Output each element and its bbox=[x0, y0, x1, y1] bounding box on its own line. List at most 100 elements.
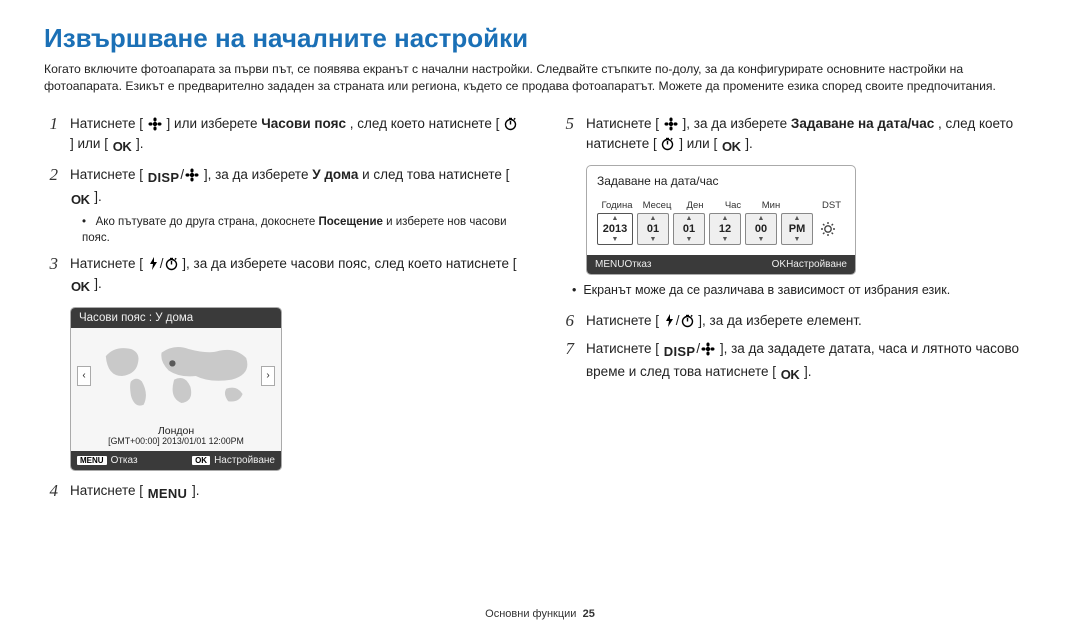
text: Настройване bbox=[214, 455, 275, 466]
dt-label-day: Ден bbox=[679, 200, 711, 211]
dt-ampm-cell[interactable]: ▲PM▼ bbox=[781, 213, 813, 245]
map-area: ‹ › bbox=[71, 328, 281, 424]
text: Натиснете [ bbox=[586, 313, 659, 328]
dt-label-dst: DST bbox=[793, 200, 845, 211]
step-number: 2 bbox=[44, 165, 58, 246]
bold-text: Посещение bbox=[318, 216, 382, 228]
text: Отказ bbox=[111, 455, 138, 466]
dt-year: 2013 bbox=[603, 222, 627, 236]
ok-icon: OK bbox=[781, 365, 800, 385]
step-body: Натиснете [ / ], за да изберете часови п… bbox=[70, 254, 520, 297]
map-right-arrow[interactable]: › bbox=[261, 366, 275, 386]
step-number: 3 bbox=[44, 254, 58, 297]
text: ], за да изберете bbox=[683, 116, 791, 131]
text: Натиснете [ bbox=[586, 341, 659, 356]
step-7: 7 Натиснете [ DISP/ ], за да зададете да… bbox=[560, 339, 1036, 384]
step-number: 5 bbox=[560, 114, 574, 157]
dt-month: 01 bbox=[647, 222, 659, 236]
flower-icon bbox=[663, 117, 679, 131]
menu-icon: MENU bbox=[148, 484, 187, 504]
flower-icon bbox=[147, 117, 163, 131]
step-subnote: Ако пътувате до друга страна, докоснете … bbox=[82, 214, 520, 246]
step-number: 6 bbox=[560, 311, 574, 331]
datetime-card: Задаване на дата/час Година Месец Ден Ча… bbox=[586, 165, 856, 275]
text: Натиснете [ bbox=[70, 483, 143, 498]
step-number: 1 bbox=[44, 114, 58, 157]
map-cancel[interactable]: MENUОтказ bbox=[77, 455, 138, 466]
step-5: 5 Натиснете [ ], за да изберете Задаване… bbox=[560, 114, 1036, 157]
dt-min: 00 bbox=[755, 222, 767, 236]
ok-icon: OK bbox=[71, 277, 90, 297]
text: ]. bbox=[136, 136, 144, 151]
bold-text: У дома bbox=[312, 167, 358, 182]
page-title: Извършване на началните настройки bbox=[44, 24, 1036, 53]
text: ]. bbox=[804, 364, 812, 379]
dt-label-hour: Час bbox=[717, 200, 749, 211]
ok-chip: OK bbox=[772, 259, 786, 270]
step-body: Натиснете [ ] или изберете Часови пояс ,… bbox=[70, 114, 520, 157]
text: ]. bbox=[745, 136, 753, 151]
text: и след това натиснете [ bbox=[362, 167, 509, 182]
step-body: Натиснете [ MENU ]. bbox=[70, 481, 520, 504]
footer-page: 25 bbox=[583, 608, 595, 620]
dt-day-cell[interactable]: ▲01▼ bbox=[673, 213, 705, 245]
ok-icon: OK bbox=[71, 190, 90, 210]
text: Натиснете [ bbox=[70, 116, 143, 131]
text: Ако пътувате до друга страна, докоснете bbox=[96, 216, 319, 228]
text: Натиснете [ bbox=[70, 167, 143, 182]
disp-icon: DISP bbox=[148, 168, 180, 188]
map-bottom-bar: MENUОтказ OK Настройване bbox=[71, 451, 281, 470]
page-footer: Основни функции 25 bbox=[0, 608, 1080, 620]
flash-icon bbox=[663, 313, 676, 328]
step-number: 7 bbox=[560, 339, 574, 384]
disp-icon: DISP bbox=[664, 342, 696, 362]
step-body: Натиснете [ DISP/ ], за да изберете У до… bbox=[70, 165, 520, 246]
dt-ampm: PM bbox=[789, 222, 806, 236]
dt-set[interactable]: OKНастройване bbox=[772, 259, 847, 270]
text: ]. bbox=[94, 189, 102, 204]
dt-row: ▲2013▼ ▲01▼ ▲01▼ ▲12▼ ▲00▼ ▲PM▼ bbox=[597, 213, 845, 245]
step-body: Натиснете [ DISP/ ], за да зададете дата… bbox=[586, 339, 1036, 384]
right-column: 5 Натиснете [ ], за да изберете Задаване… bbox=[560, 114, 1036, 511]
dt-hour-cell[interactable]: ▲12▼ bbox=[709, 213, 741, 245]
dt-label-month: Месец bbox=[641, 200, 673, 211]
text: ] или изберете bbox=[167, 116, 262, 131]
timer-icon bbox=[164, 256, 179, 271]
text: Настройване bbox=[786, 259, 847, 270]
map-set[interactable]: OK Настройване bbox=[192, 455, 275, 466]
bold-text: Задаване на дата/час bbox=[791, 116, 934, 131]
world-map-card: Часови пояс : У дома ‹ bbox=[70, 307, 282, 471]
dt-label-min: Мин bbox=[755, 200, 787, 211]
map-card-header: Часови пояс : У дома bbox=[71, 308, 281, 328]
timer-icon bbox=[503, 116, 518, 131]
text: ]. bbox=[94, 276, 102, 291]
text: Натиснете [ bbox=[586, 116, 659, 131]
flash-icon bbox=[147, 256, 160, 271]
text: ]. bbox=[192, 483, 200, 498]
dst-sun-icon[interactable] bbox=[819, 220, 837, 238]
text: Натиснете [ bbox=[70, 256, 143, 271]
text: Отказ bbox=[624, 259, 651, 270]
text: , след което натиснете [ bbox=[350, 116, 500, 131]
step-body: Натиснете [ / ], за да изберете елемент. bbox=[586, 311, 1036, 331]
dt-bottom-bar: MENUОтказ OKНастройване bbox=[587, 255, 855, 274]
step-2: 2 Натиснете [ DISP/ ], за да изберете У … bbox=[44, 165, 520, 246]
step-4: 4 Натиснете [ MENU ]. bbox=[44, 481, 520, 504]
ok-icon: OK bbox=[722, 137, 741, 157]
ok-chip: OK bbox=[192, 456, 210, 465]
dt-year-cell[interactable]: ▲2013▼ bbox=[597, 213, 633, 245]
timer-icon bbox=[660, 136, 675, 151]
step-5-note: Екранът може да се различава в зависимос… bbox=[572, 283, 1036, 297]
page: Извършване на началните настройки Когато… bbox=[0, 0, 1080, 630]
left-column: 1 Натиснете [ ] или изберете Часови пояс… bbox=[44, 114, 520, 511]
columns: 1 Натиснете [ ] или изберете Часови пояс… bbox=[44, 114, 1036, 511]
dt-label-year: Година bbox=[599, 200, 635, 211]
dt-cancel[interactable]: MENUОтказ bbox=[595, 259, 651, 270]
dt-month-cell[interactable]: ▲01▼ bbox=[637, 213, 669, 245]
dt-min-cell[interactable]: ▲00▼ bbox=[745, 213, 777, 245]
text: ] или [ bbox=[679, 136, 717, 151]
map-left-arrow[interactable]: ‹ bbox=[77, 366, 91, 386]
bold-text: Часови пояс bbox=[261, 116, 346, 131]
footer-label: Основни функции bbox=[485, 608, 576, 620]
dt-day: 01 bbox=[683, 222, 695, 236]
